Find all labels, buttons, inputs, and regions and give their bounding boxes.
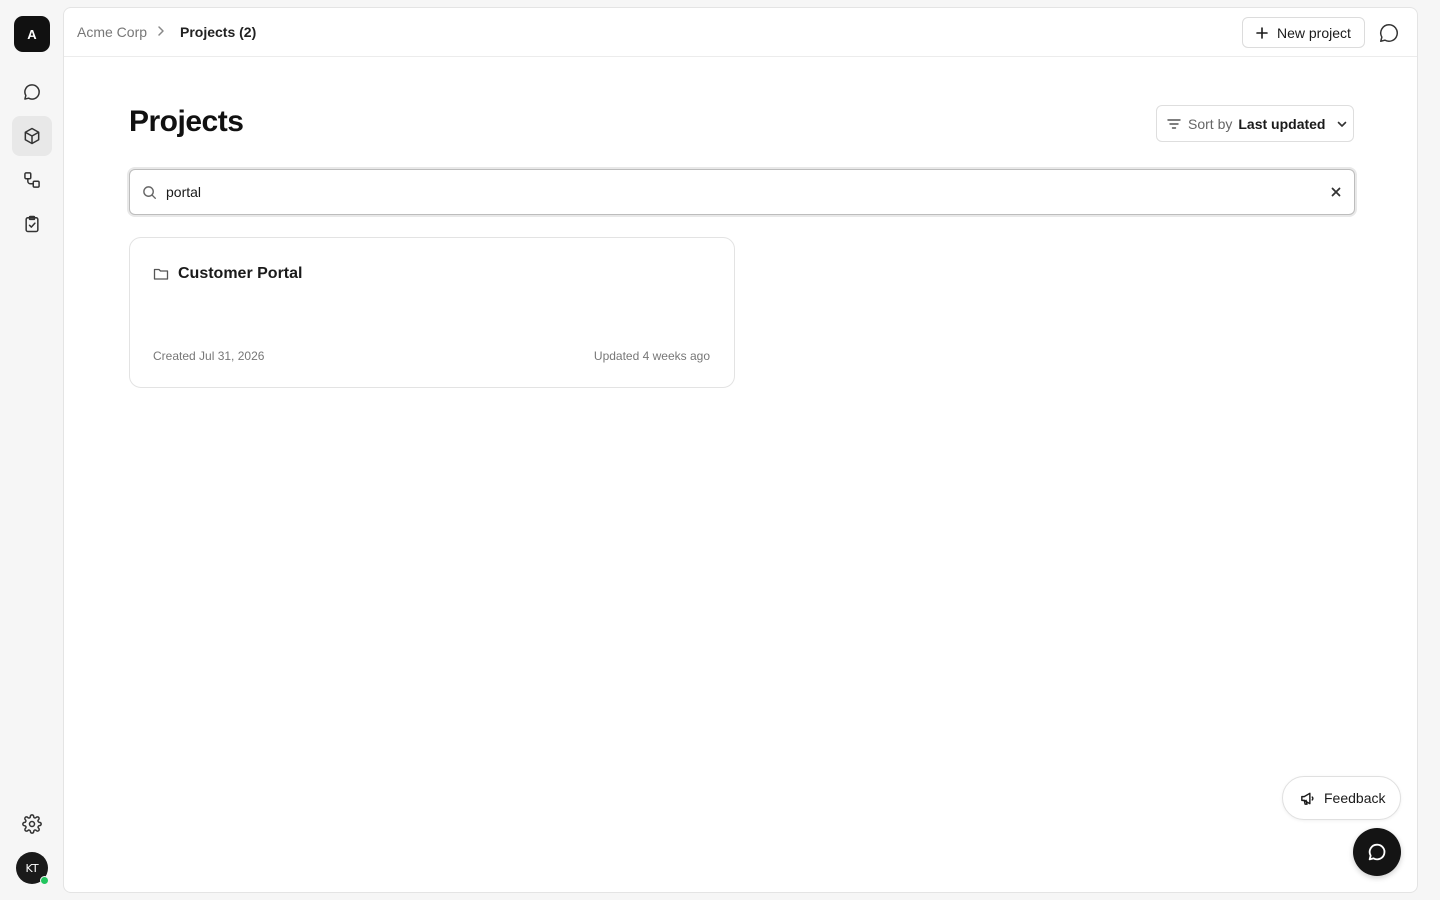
filter-lines-icon [1166,116,1182,132]
sort-dropdown[interactable]: Sort by Last updated [1156,105,1354,142]
chevron-right-icon [155,24,167,38]
top-bar: Acme Corp Projects (2) New project [64,8,1417,57]
project-created-date: Created Jul 31, 2026 [153,349,265,363]
search-input[interactable] [166,181,1316,203]
clipboard-check-icon [22,214,42,234]
project-updated-date: Updated 4 weeks ago [593,349,710,363]
open-chat-button[interactable] [1353,828,1401,876]
chat-bubble-icon [1366,841,1388,863]
chevron-down-icon [1335,117,1349,131]
chat-bubble-icon [22,82,42,102]
main-panel: Acme Corp Projects (2) New project Proje… [63,7,1418,893]
project-card[interactable]: Customer Portal Created Jul 31, 2026 Upd… [129,237,735,388]
new-project-label: New project [1277,24,1351,41]
cube-icon [22,126,42,146]
new-project-button[interactable]: New project [1242,17,1365,48]
workspace-logo[interactable]: A [14,16,50,52]
sort-prefix: Sort by [1188,115,1233,132]
plus-icon [1255,26,1269,40]
project-name: Customer Portal [178,265,303,282]
feedback-label: Feedback [1324,790,1386,806]
clear-search-icon[interactable] [1330,186,1342,198]
project-search [129,169,1355,215]
sidebar-item-chat[interactable] [12,72,52,112]
settings-button[interactable] [12,804,52,844]
feedback-button[interactable]: Feedback [1282,776,1401,820]
sidebar-item-projects[interactable] [12,116,52,156]
breadcrumb-workspace[interactable]: Acme Corp [77,24,147,40]
user-avatar[interactable]: KT [16,852,49,885]
search-icon [142,185,157,200]
sort-value: Last updated [1238,115,1326,132]
megaphone-icon [1299,790,1316,807]
page-title: Projects [129,105,244,138]
breadcrumb-current: Projects (2) [180,24,257,40]
workflow-icon [22,170,42,190]
left-rail: A KT [0,0,64,900]
sidebar-item-workflows[interactable] [12,160,52,200]
online-status-dot [40,876,49,885]
folder-icon [153,266,169,282]
chat-icon[interactable] [1378,22,1400,44]
user-initials: KT [25,861,39,875]
gear-icon [22,814,42,834]
sidebar-item-tasks[interactable] [12,204,52,244]
